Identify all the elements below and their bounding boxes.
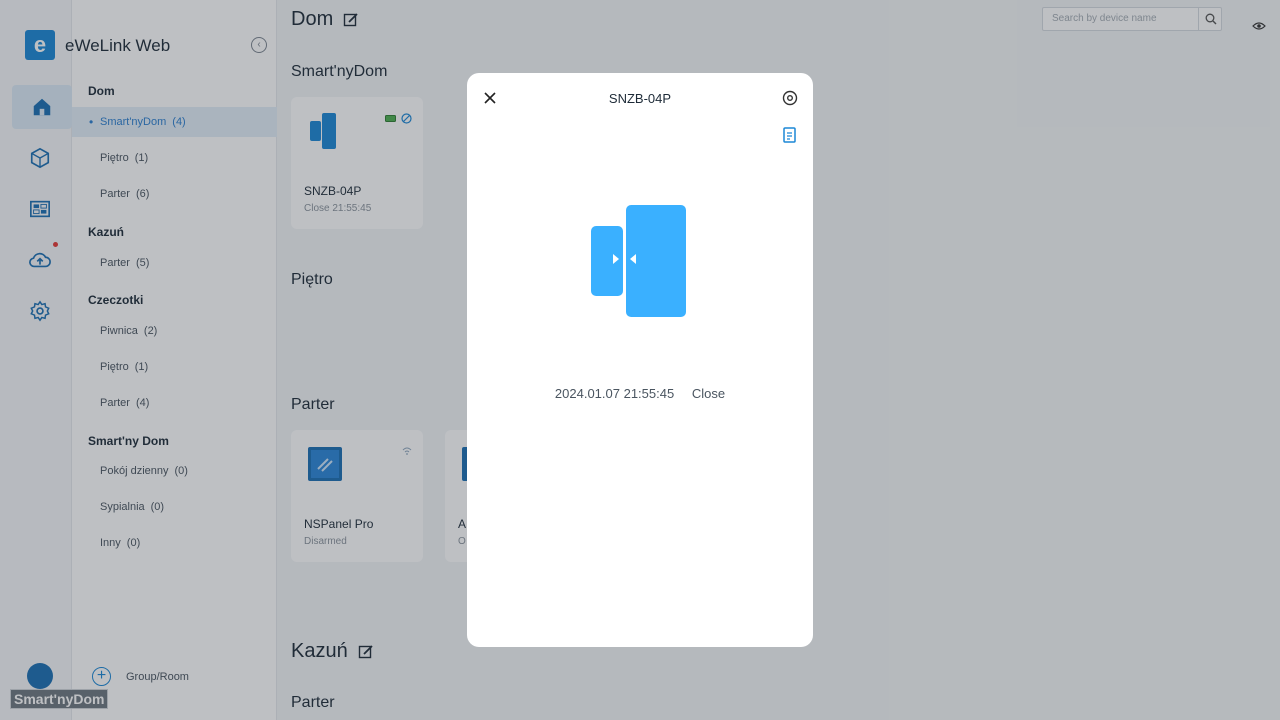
settings-icon[interactable] [781,89,799,107]
device-detail-modal: SNZB-04P 2024.01.07 21:55:45 Close [467,73,813,647]
door-sensor-illustration [591,205,686,317]
modal-title: SNZB-04P [608,91,672,106]
event-time: 2024.01.07 21:55:45 [554,386,675,401]
log-document-icon[interactable] [782,126,798,144]
last-event: 2024.01.07 21:55:45 Close [467,386,813,401]
event-state: Close [691,386,726,401]
